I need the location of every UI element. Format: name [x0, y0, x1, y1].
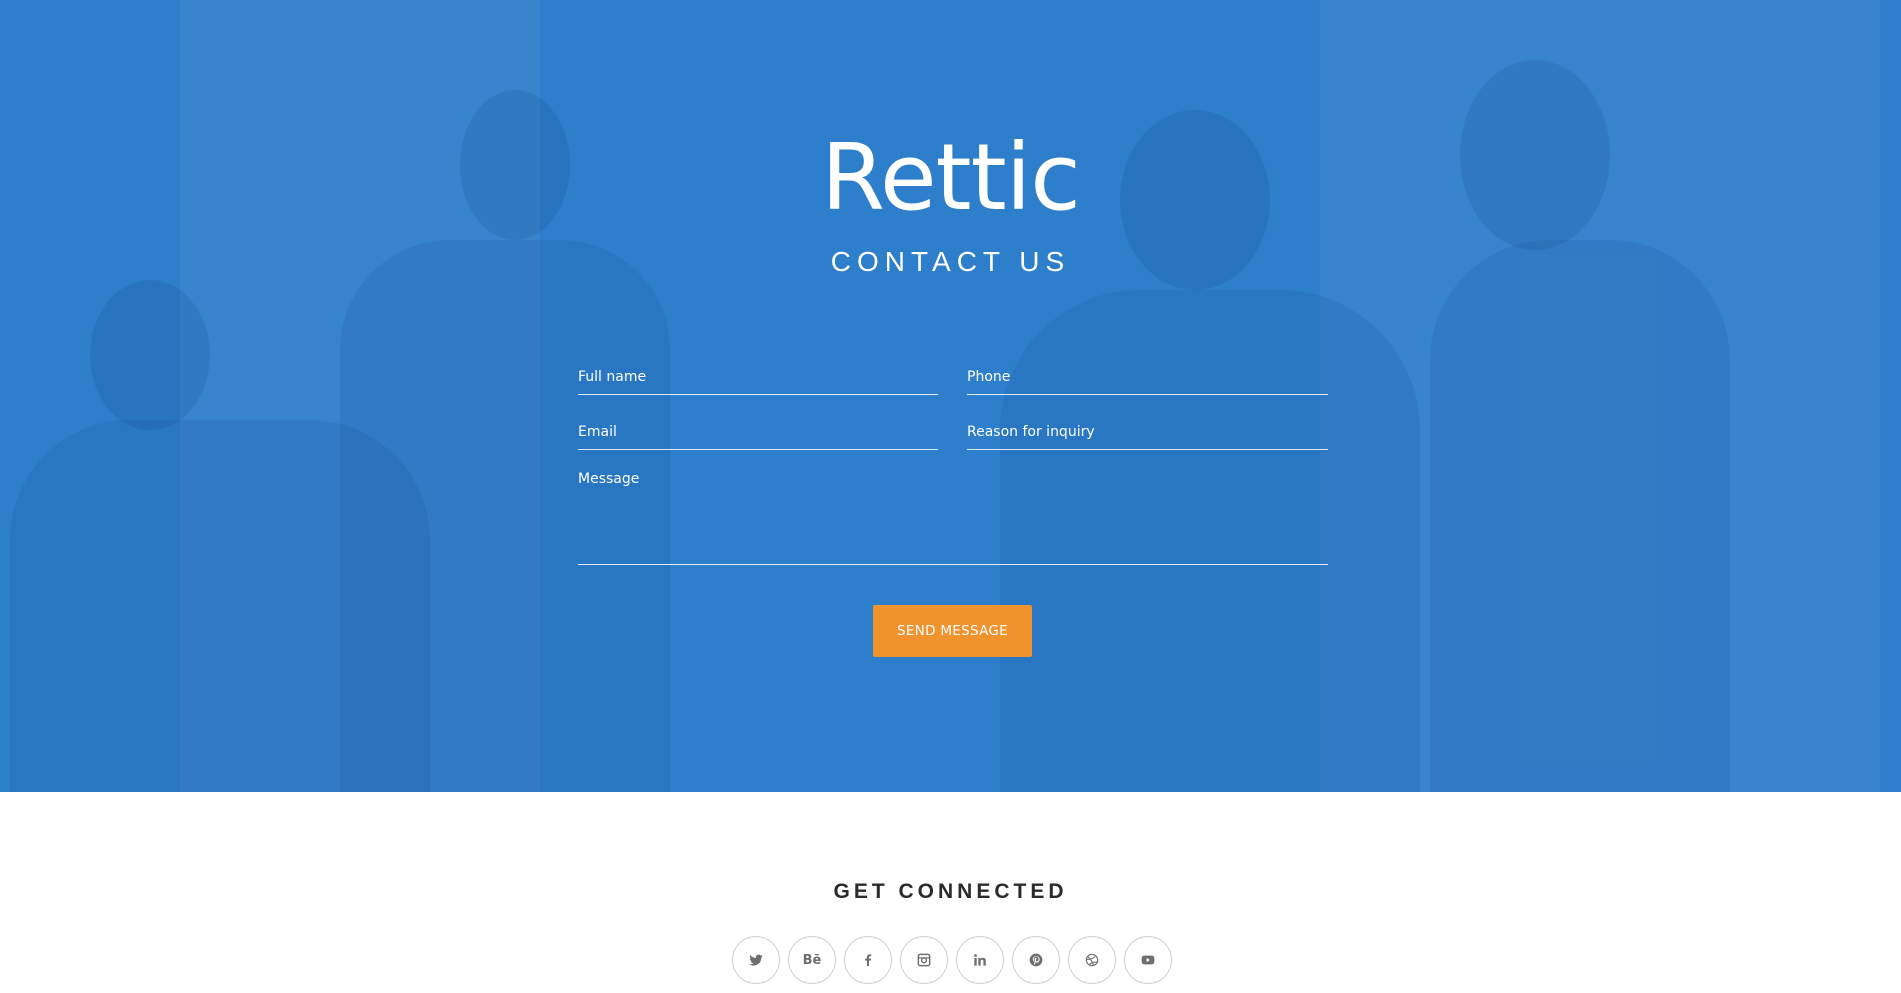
behance-link[interactable]: Bē — [788, 936, 836, 984]
dribbble-link[interactable] — [1068, 936, 1116, 984]
instagram-link[interactable] — [900, 936, 948, 984]
social-links: Bē — [732, 936, 1172, 986]
behance-icon: Bē — [802, 952, 822, 968]
linkedin-icon — [972, 952, 988, 968]
send-message-button[interactable]: SEND MESSAGE — [873, 605, 1032, 657]
dribbble-icon — [1084, 952, 1100, 968]
youtube-link[interactable] — [1124, 936, 1172, 984]
pinterest-link[interactable] — [1012, 936, 1060, 984]
full-name-input[interactable] — [578, 360, 938, 394]
contact-hero: Rettic CONTACT US SEND MESSAGE — [0, 0, 1901, 792]
phone-input[interactable] — [967, 360, 1328, 394]
phone-field[interactable] — [967, 360, 1328, 395]
reason-input[interactable] — [967, 415, 1328, 449]
reason-field[interactable] — [967, 415, 1328, 450]
twitter-icon — [748, 952, 764, 968]
youtube-icon — [1140, 952, 1156, 968]
brand-logo-text: Rettic — [821, 124, 1081, 231]
email-input[interactable] — [578, 415, 938, 449]
email-field[interactable] — [578, 415, 938, 450]
page-title: CONTACT US — [830, 246, 1071, 277]
full-name-field[interactable] — [578, 360, 938, 395]
get-connected-heading: GET CONNECTED — [833, 880, 1068, 903]
twitter-link[interactable] — [732, 936, 780, 984]
background-person-head — [90, 280, 210, 430]
message-field[interactable] — [578, 469, 1328, 565]
pinterest-icon — [1028, 952, 1044, 968]
facebook-link[interactable] — [844, 936, 892, 984]
message-textarea[interactable] — [578, 469, 1328, 564]
background-person-body — [1430, 240, 1730, 792]
linkedin-link[interactable] — [956, 936, 1004, 984]
facebook-icon — [860, 952, 876, 968]
instagram-icon — [916, 952, 932, 968]
